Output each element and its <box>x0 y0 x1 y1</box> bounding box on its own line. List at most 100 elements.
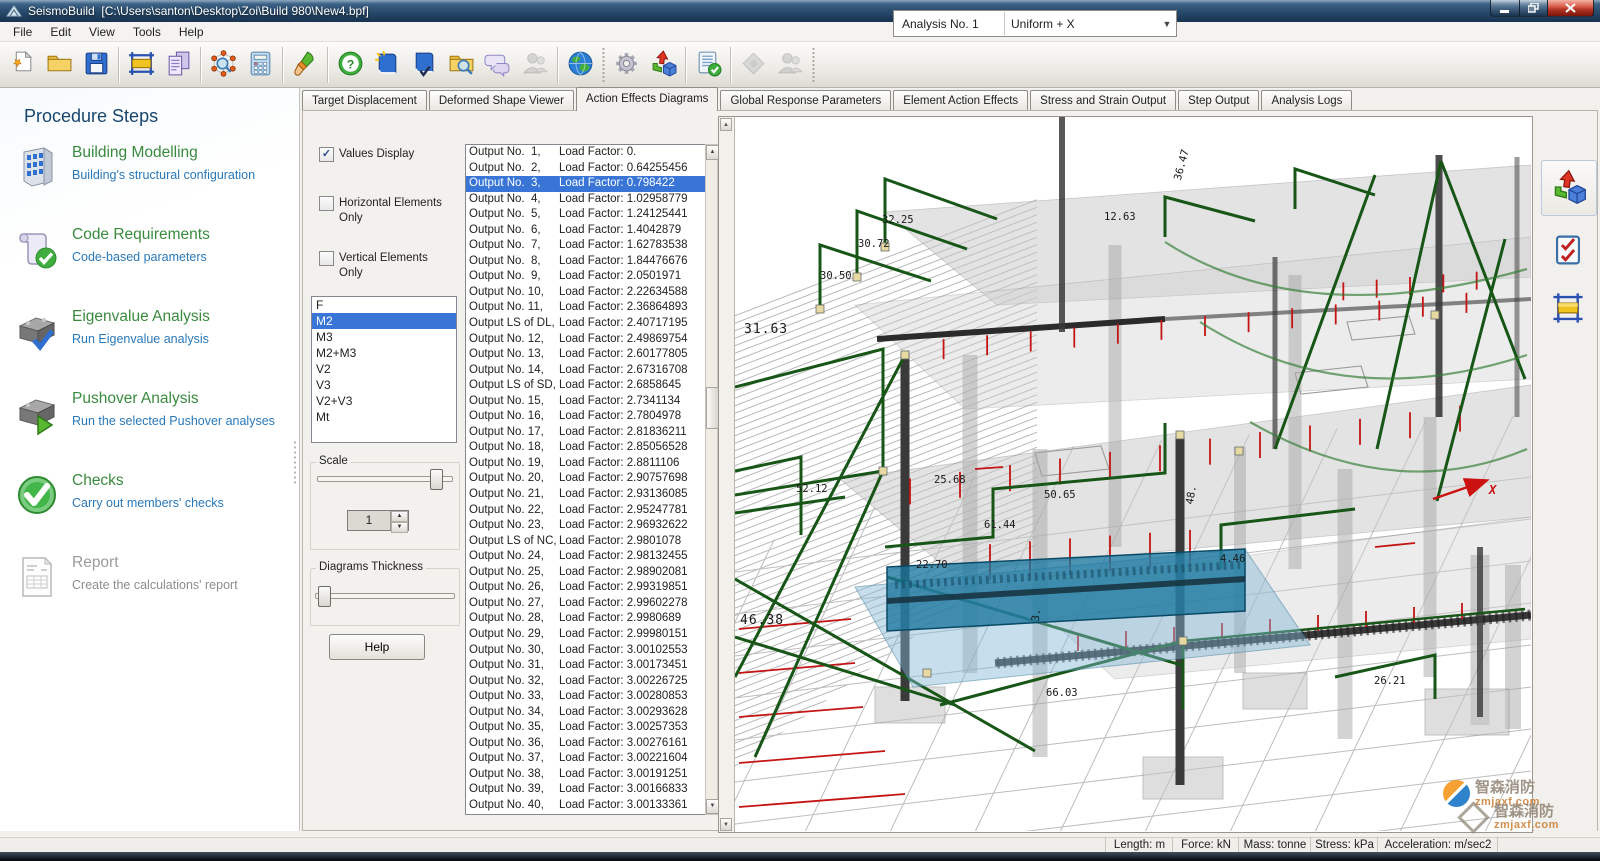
output-row[interactable]: Output No. 24,Load Factor: 2.98132455 <box>466 549 705 565</box>
output-row[interactable]: Output No. 1,Load Factor: 0. <box>466 145 705 161</box>
output-row[interactable]: Output No. 14,Load Factor: 2.67316708 <box>466 363 705 379</box>
format-brush-button[interactable] <box>287 46 324 84</box>
run-analysis-view-button[interactable] <box>1541 160 1597 216</box>
procedure-step-code-requirements[interactable]: Code RequirementsCode-based parameters <box>12 224 292 296</box>
output-row[interactable]: Output No. 6,Load Factor: 1.4042879 <box>466 223 705 239</box>
diagram-type-m2[interactable]: M2 <box>312 313 456 329</box>
new-project-button[interactable] <box>4 46 41 84</box>
procedure-step-checks[interactable]: ChecksCarry out members' checks <box>12 470 292 542</box>
save-button[interactable] <box>78 46 115 84</box>
output-row[interactable]: Output No. 35,Load Factor: 3.00257353 <box>466 720 705 736</box>
output-row[interactable]: Output No. 27,Load Factor: 2.99602278 <box>466 596 705 612</box>
output-row[interactable]: Output No. 2,Load Factor: 0.64255456 <box>466 161 705 177</box>
procedure-step-eigenvalue-analysis[interactable]: Eigenvalue AnalysisRun Eigenvalue analys… <box>12 306 292 378</box>
run-analysis-button[interactable] <box>645 46 682 84</box>
help-button[interactable]: Help <box>329 634 425 660</box>
analysis-selector[interactable]: Analysis No. 1 Uniform + X ▼ <box>893 10 1177 37</box>
output-row[interactable]: Output No. 22,Load Factor: 2.95247781 <box>466 503 705 519</box>
procedure-step-pushover-analysis[interactable]: Pushover AnalysisRun the selected Pushov… <box>12 388 292 460</box>
output-row[interactable]: Output No. 4,Load Factor: 1.02958779 <box>466 192 705 208</box>
output-row[interactable]: Output No. 18,Load Factor: 2.85056528 <box>466 440 705 456</box>
output-row[interactable]: Output No. 36,Load Factor: 3.00276161 <box>466 736 705 752</box>
sidebar-splitter[interactable] <box>293 440 297 486</box>
diagram-type-m3[interactable]: M3 <box>312 329 456 345</box>
thickness-slider[interactable] <box>315 593 455 599</box>
tab-action-effects-diagrams[interactable]: Action Effects Diagrams <box>576 87 719 111</box>
output-row[interactable]: Output No. 10,Load Factor: 2.22634588 <box>466 285 705 301</box>
scale-slider[interactable] <box>317 476 453 482</box>
section-view-view-button[interactable] <box>1547 288 1589 330</box>
tab-global-response-parameters[interactable]: Global Response Parameters <box>720 90 891 111</box>
output-row[interactable]: Output No. 9,Load Factor: 2.0501971 <box>466 269 705 285</box>
output-row[interactable]: Output No. 7,Load Factor: 1.62783538 <box>466 238 705 254</box>
output-row[interactable]: Output LS of DL,Load Factor: 2.40717195 <box>466 316 705 332</box>
diagram-type-m2+m3[interactable]: M2+M3 <box>312 345 456 361</box>
menu-file[interactable]: File <box>4 23 41 41</box>
section-properties-button[interactable] <box>123 46 160 84</box>
output-row[interactable]: Output LS of NC,Load Factor: 2.9801078 <box>466 534 705 550</box>
menu-edit[interactable]: Edit <box>41 23 80 41</box>
output-row[interactable]: Output No. 40,Load Factor: 3.00133361 <box>466 798 705 814</box>
manual-button[interactable] <box>369 46 406 84</box>
output-row[interactable]: Output No. 19,Load Factor: 2.8811106 <box>466 456 705 472</box>
scale-slider-thumb[interactable] <box>430 469 443 490</box>
tab-stress-and-strain-output[interactable]: Stress and Strain Output <box>1030 90 1176 111</box>
output-row[interactable]: Output No. 39,Load Factor: 3.00166833 <box>466 782 705 798</box>
calculator-button[interactable] <box>242 46 279 84</box>
analysis-logs-button[interactable] <box>690 46 727 84</box>
close-button[interactable] <box>1548 0 1594 17</box>
output-steps-list[interactable]: Output No. 1,Load Factor: 0.Output No. 2… <box>465 144 706 815</box>
tab-target-displacement[interactable]: Target Displacement <box>302 90 427 111</box>
checkbox-box-icon[interactable]: ✓ <box>319 147 334 162</box>
diagram-type-v2+v3[interactable]: V2+V3 <box>312 393 456 409</box>
output-row[interactable]: Output No. 33,Load Factor: 3.00280853 <box>466 689 705 705</box>
menu-help[interactable]: Help <box>170 23 213 41</box>
spin-up-icon[interactable]: ▲ <box>391 511 408 522</box>
3d-model-canvas[interactable] <box>735 117 1531 831</box>
output-row[interactable]: Output No. 13,Load Factor: 2.60177805 <box>466 347 705 363</box>
checkbox-box-icon[interactable] <box>319 251 334 266</box>
tab-deformed-shape-viewer[interactable]: Deformed Shape Viewer <box>429 90 574 111</box>
menu-view[interactable]: View <box>80 23 124 41</box>
output-row[interactable]: Output No. 21,Load Factor: 2.93136085 <box>466 487 705 503</box>
diagram-type-v2[interactable]: V2 <box>312 361 456 377</box>
output-row[interactable]: Output No. 15,Load Factor: 2.7341134 <box>466 394 705 410</box>
diagram-type-list[interactable]: FM2M3M2+M3V2V3V2+V3Mt <box>311 296 457 443</box>
output-row[interactable]: Output No. 37,Load Factor: 3.00221604 <box>466 751 705 767</box>
settings-button[interactable] <box>608 46 645 84</box>
output-list-scrollbar[interactable]: ▲ ▼ <box>705 144 718 815</box>
output-row[interactable]: Output No. 26,Load Factor: 2.99319851 <box>466 580 705 596</box>
viewport-scroll-up-icon[interactable]: ▲ <box>720 118 732 131</box>
output-row[interactable]: Output No. 38,Load Factor: 3.00191251 <box>466 767 705 783</box>
menu-tools[interactable]: Tools <box>124 23 170 41</box>
viewport-scrollbar[interactable]: ▲ ▼ <box>719 117 735 832</box>
restore-button[interactable] <box>1520 0 1548 17</box>
appendix-button[interactable] <box>406 46 443 84</box>
output-row[interactable]: Output No. 5,Load Factor: 1.24125441 <box>466 207 705 223</box>
output-row[interactable]: Output No. 32,Load Factor: 3.00226725 <box>466 674 705 690</box>
dropdown-arrow-icon[interactable]: ▼ <box>1158 19 1176 29</box>
output-row[interactable]: Output No. 16,Load Factor: 2.7804978 <box>466 409 705 425</box>
review-button[interactable] <box>443 46 480 84</box>
spinner-arrows[interactable]: ▲▼ <box>390 511 408 530</box>
output-row[interactable]: Output No. 8,Load Factor: 1.84476676 <box>466 254 705 270</box>
output-row[interactable]: Output No. 11,Load Factor: 2.36864893 <box>466 300 705 316</box>
title-bar[interactable]: SeismoBuild [C:\Users\santon\Desktop\Zoi… <box>0 0 1600 22</box>
tab-step-output[interactable]: Step Output <box>1178 90 1259 111</box>
output-row[interactable]: Output No. 3,Load Factor: 0.798422 <box>466 176 705 192</box>
report-button[interactable] <box>160 46 197 84</box>
output-row[interactable]: Output No. 31,Load Factor: 3.00173451 <box>466 658 705 674</box>
tab-element-action-effects[interactable]: Element Action Effects <box>893 90 1028 111</box>
output-row[interactable]: Output No. 28,Load Factor: 2.9980689 <box>466 611 705 627</box>
open-project-button[interactable] <box>41 46 78 84</box>
diagram-type-mt[interactable]: Mt <box>312 409 456 425</box>
viewport-scroll-down-icon[interactable]: ▼ <box>720 818 732 831</box>
help-button[interactable]: ? <box>332 46 369 84</box>
member-checks-view-button[interactable] <box>1547 230 1589 272</box>
checkbox-values-display[interactable]: ✓Values Display <box>319 147 451 162</box>
thickness-slider-thumb[interactable] <box>318 586 331 607</box>
model-viewport[interactable]: ▲ ▼ <box>718 116 1533 833</box>
checkbox-horizontal-elements-only[interactable]: Horizontal Elements Only <box>319 196 451 226</box>
checkbox-vertical-elements-only[interactable]: Vertical Elements Only <box>319 251 451 281</box>
output-row[interactable]: Output No. 12,Load Factor: 2.49869754 <box>466 332 705 348</box>
